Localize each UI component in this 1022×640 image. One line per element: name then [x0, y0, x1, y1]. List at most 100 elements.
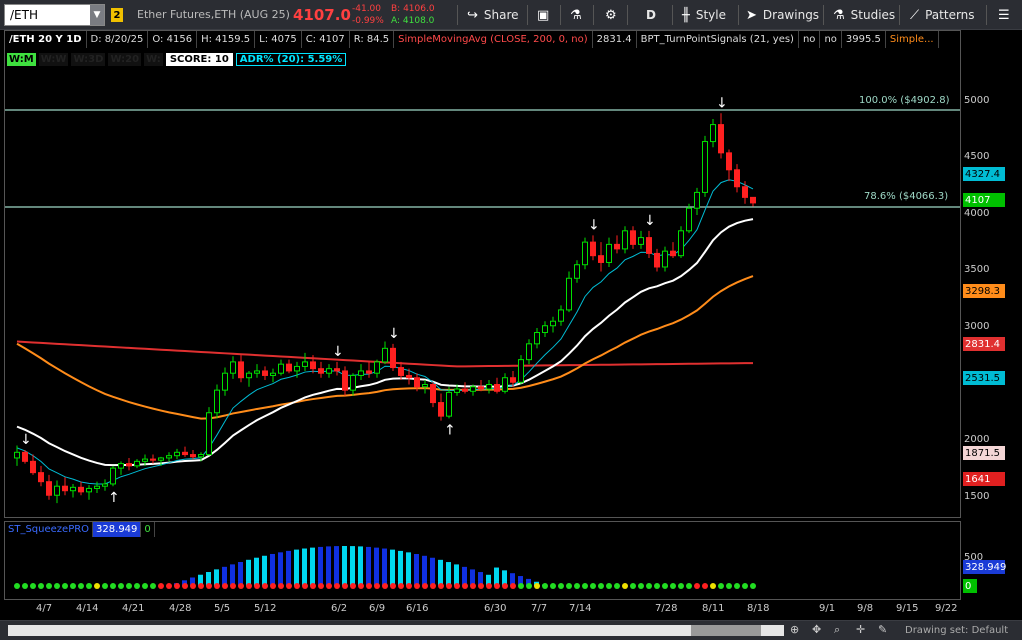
candle-body: [502, 377, 508, 392]
pencil-icon[interactable]: ✎: [878, 623, 887, 636]
candle-body: [302, 361, 308, 367]
histogram-bar: [270, 553, 275, 586]
candle-body: [390, 347, 396, 369]
symbol-input[interactable]: /ETH: [5, 8, 90, 22]
scrollbar-thumb[interactable]: [691, 625, 761, 636]
patterns-button[interactable]: ⟋ Patterns: [910, 4, 975, 26]
squeeze-dot: [46, 583, 52, 589]
date-label: 6/30: [484, 603, 507, 614]
histogram-bar: [342, 546, 347, 586]
squeeze-dot: [294, 583, 300, 589]
candle-body: [270, 372, 276, 376]
candle-body: [54, 485, 60, 496]
candle-body: [342, 370, 348, 391]
candle-body: [550, 320, 556, 327]
squeeze-dot: [126, 583, 132, 589]
squeeze-dot: [526, 583, 532, 589]
grid-button[interactable]: ▣: [537, 4, 555, 26]
squeeze-dot: [166, 583, 172, 589]
drawings-button[interactable]: ➤ Drawings: [746, 4, 819, 26]
squeeze-dot: [382, 583, 388, 589]
squeeze-dot: [302, 583, 308, 589]
pan-icon[interactable]: ✥: [812, 623, 821, 636]
toolbar-divider: [672, 5, 673, 25]
date-label: 9/1: [819, 603, 836, 614]
flask-button[interactable]: ⚗: [570, 4, 588, 26]
drawing-set-label[interactable]: Drawing set: Default: [905, 625, 1008, 636]
squeeze-study-pane[interactable]: ST_SqueezePRO 328.949 0: [4, 521, 961, 600]
candle-body: [262, 370, 268, 376]
candle-body: [166, 455, 172, 459]
share-button[interactable]: ↪ Share: [467, 4, 519, 26]
squeeze-dot: [70, 583, 76, 589]
squeeze-dot: [654, 583, 660, 589]
candle-body: [566, 277, 572, 311]
squeeze-dot: [726, 583, 732, 589]
axis-label-2000: 2000: [964, 434, 990, 445]
squeeze-dot: [670, 583, 676, 589]
axis-label-5000: 5000: [964, 95, 990, 106]
timeframe-button[interactable]: D: [646, 4, 656, 26]
date-label: 5/5: [214, 603, 231, 614]
histogram-bar: [310, 547, 315, 586]
link-group-badge[interactable]: 2: [111, 8, 123, 22]
candle-body: [174, 451, 180, 457]
candle-body: [486, 384, 492, 390]
symbol-selector[interactable]: /ETH ▼: [4, 4, 105, 26]
date-label: 4/21: [122, 603, 145, 614]
squeeze-dot: [486, 583, 492, 589]
candle-body: [158, 457, 164, 461]
studies-button[interactable]: ⚗ Studies: [833, 4, 895, 26]
squeeze-dot: [38, 583, 44, 589]
squeeze-dot: [198, 583, 204, 589]
squeeze-dot: [358, 583, 364, 589]
settings-button[interactable]: ⚙: [605, 4, 623, 26]
candle-body: [126, 463, 132, 467]
histogram-bar: [430, 557, 435, 586]
style-button[interactable]: ╫ Style: [682, 4, 726, 26]
fib-100-label: 100.0% ($4902.8): [859, 95, 950, 106]
candle-body: [238, 361, 244, 379]
price-chart-pane[interactable]: /ETH 20 Y 1D D: 8/20/25 O: 4156 H: 4159.…: [4, 30, 961, 518]
pct-change: -0.99%: [352, 16, 384, 26]
squeeze-dot: [718, 583, 724, 589]
candle-body: [614, 243, 620, 250]
zoom-in-icon[interactable]: ⊕: [790, 623, 799, 636]
candle-body: [278, 363, 284, 374]
candle-body: [542, 325, 548, 334]
squeeze-dot: [118, 583, 124, 589]
candle-body: [454, 388, 460, 393]
squeeze-dot: [702, 583, 708, 589]
price-axis[interactable]: 5000 4500 4000 3500 3000 2500 2000 1500 …: [961, 30, 1022, 600]
candle-body: [230, 361, 236, 374]
squeeze-value-tag: 328.949: [963, 560, 1007, 574]
candle-body: [710, 124, 716, 143]
studies-label: Studies: [850, 8, 896, 22]
squeeze-dot: [350, 583, 356, 589]
squeeze-dot: [598, 583, 604, 589]
squeeze-dot: [222, 583, 228, 589]
crosshair-icon[interactable]: ✛: [856, 623, 865, 636]
toolbar-divider: [527, 5, 528, 25]
squeeze-dot: [454, 583, 460, 589]
histogram-bar: [374, 547, 379, 586]
histogram-bar: [334, 546, 339, 586]
axis-label-3500: 3500: [964, 264, 990, 275]
net-change: -41.00: [352, 4, 382, 14]
toolbar-divider: [738, 5, 739, 25]
menu-button[interactable]: ☰: [998, 4, 1016, 26]
squeeze-dot: [310, 583, 316, 589]
squeeze-dot: [286, 583, 292, 589]
squeeze-dot: [398, 583, 404, 589]
squeeze-dot: [182, 583, 188, 589]
candle-body: [630, 230, 636, 245]
chevron-down-icon[interactable]: ▼: [90, 5, 104, 25]
magnifier-icon[interactable]: ⌕: [834, 623, 840, 637]
time-scrollbar[interactable]: [8, 625, 784, 636]
date-axis[interactable]: 4/7 4/14 4/21 4/28 5/5 5/12 6/2 6/9 6/16…: [4, 600, 961, 620]
squeeze-dot: [550, 583, 556, 589]
squeeze-dot: [462, 583, 468, 589]
date-label: 6/16: [406, 603, 429, 614]
candle-body: [190, 454, 196, 458]
histogram-bar: [238, 562, 243, 586]
